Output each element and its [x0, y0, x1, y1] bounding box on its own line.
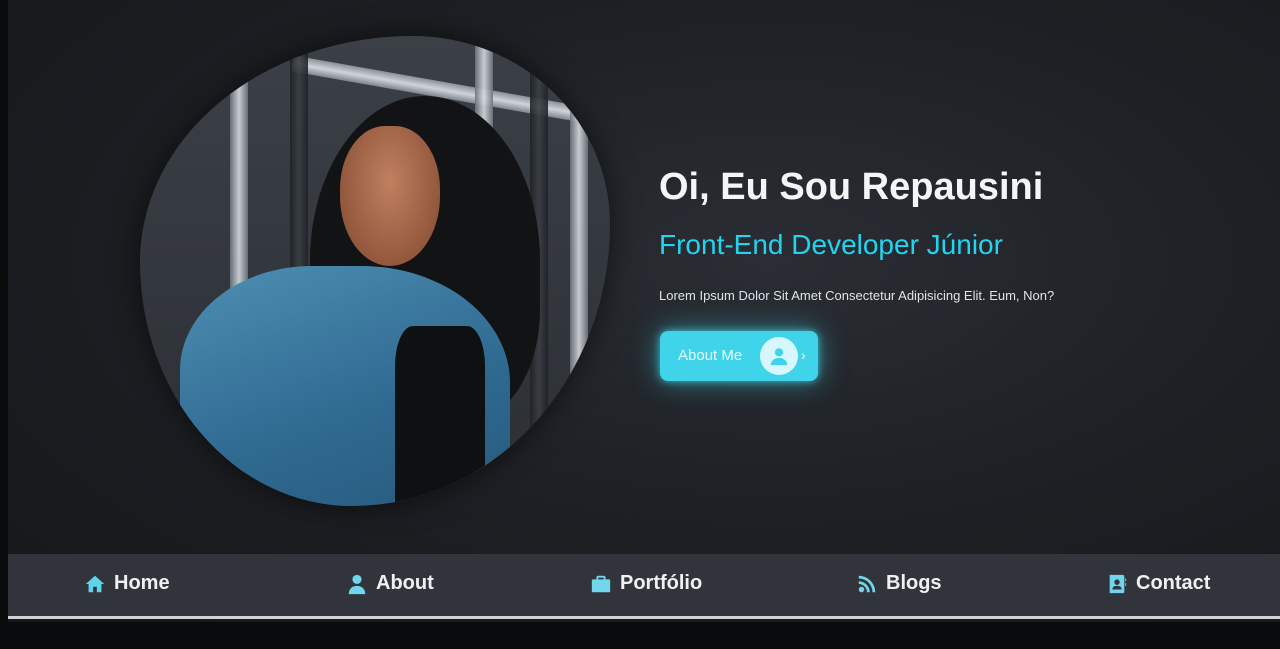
nav-item-contact[interactable]: Contact [1106, 572, 1210, 595]
nav-item-home[interactable]: Home [84, 572, 170, 595]
photo-background-bar [570, 36, 588, 506]
hero-title: Oi, Eu Sou Repausini [659, 166, 1044, 208]
user-icon [760, 337, 798, 375]
photo-shirt [395, 326, 485, 506]
user-icon [346, 573, 368, 595]
hero-description: Lorem Ipsum Dolor Sit Amet Consectetur A… [659, 288, 1055, 303]
photo-face [340, 126, 440, 266]
nav-item-portfolio[interactable]: Portfólio [590, 572, 702, 595]
app-screen: Oi, Eu Sou Repausini Front-End Developer… [0, 0, 1280, 649]
nav-item-label: About [376, 572, 434, 594]
profile-photo [140, 36, 610, 506]
about-me-button-label: About Me [678, 347, 743, 364]
contact-icon [1106, 573, 1128, 595]
nav-item-label: Portfólio [620, 572, 703, 594]
blog-icon [856, 573, 878, 595]
bottom-navbar: Home About Portfólio Blogs Contact [8, 554, 1280, 619]
hero-subtitle: Front-End Developer Júnior [659, 229, 1003, 260]
monitor-bezel-bottom [0, 622, 1280, 649]
chevron-right-icon: › [801, 347, 806, 363]
home-icon [84, 573, 106, 595]
nav-item-blogs[interactable]: Blogs [856, 572, 942, 595]
about-me-button[interactable]: About Me › [660, 331, 818, 381]
nav-item-label: Blogs [886, 572, 942, 594]
nav-item-about[interactable]: About [346, 572, 434, 595]
monitor-bezel [0, 0, 8, 649]
nav-item-label: Home [114, 572, 170, 594]
briefcase-icon [590, 573, 612, 595]
nav-item-label: Contact [1136, 572, 1211, 594]
